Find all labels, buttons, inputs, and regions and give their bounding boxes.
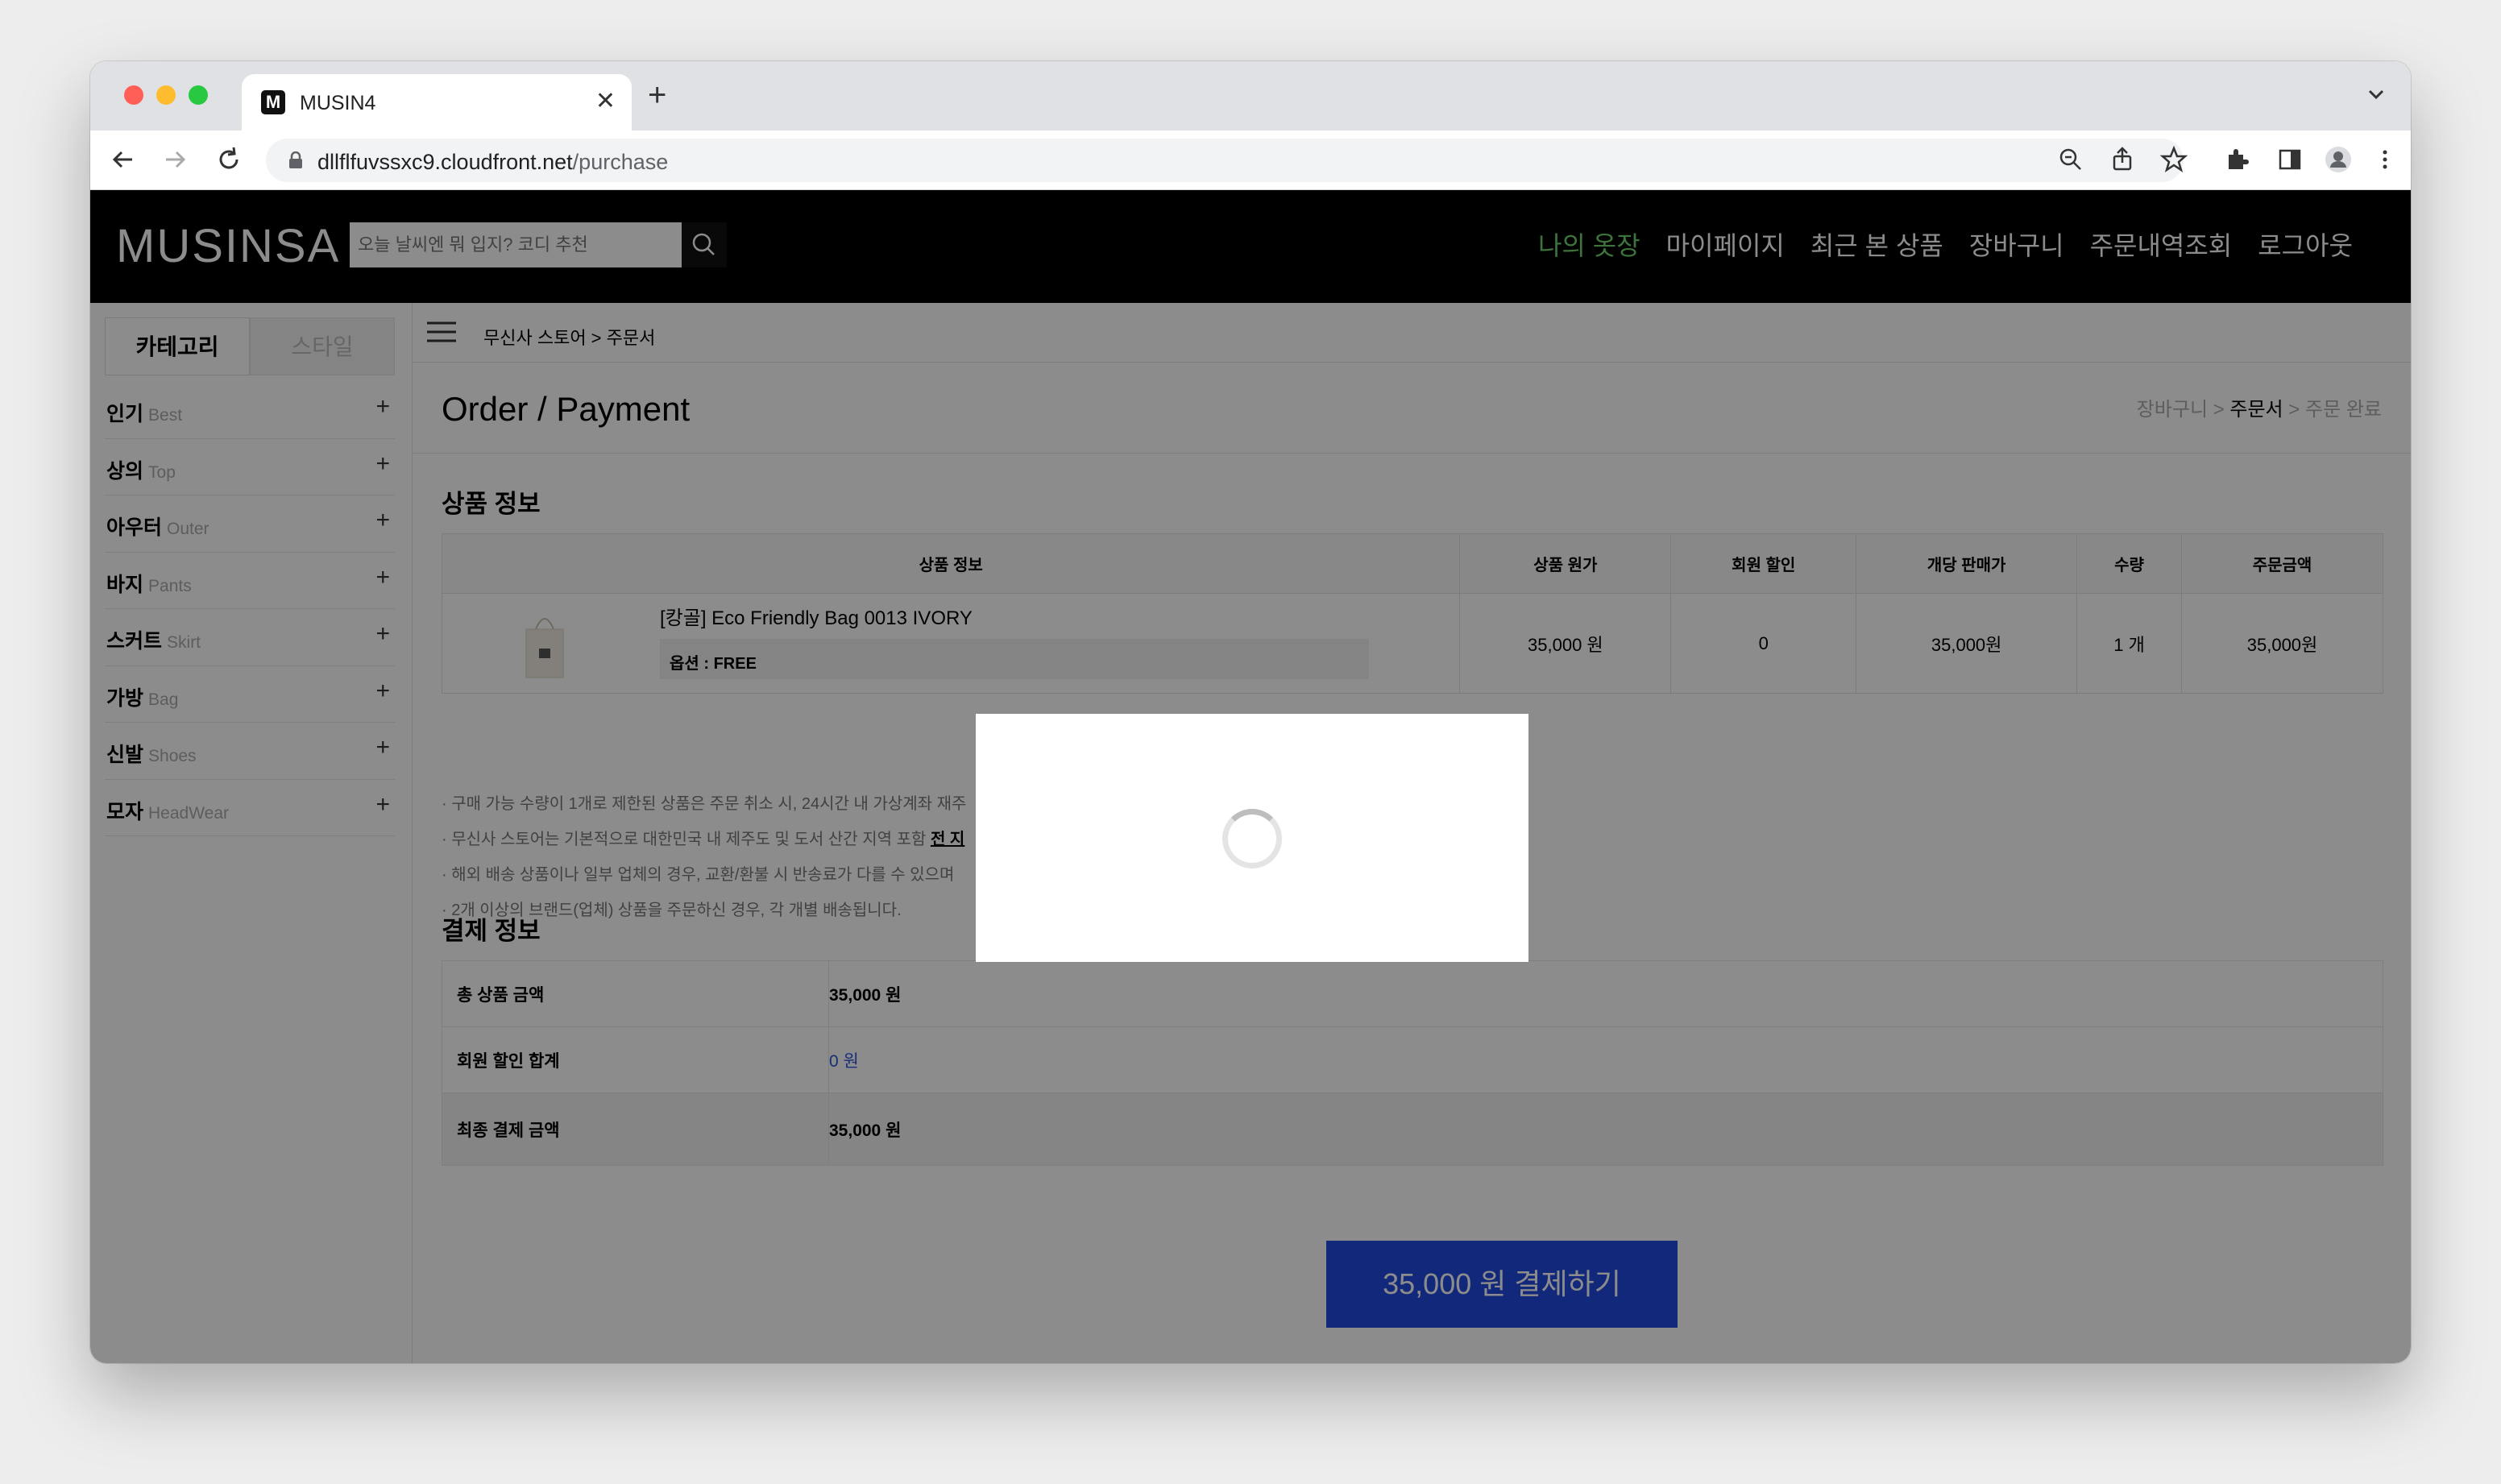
web-page: MUSINSA 나의 옷장 마이페이지 최근 본 상품 장바구니 주문내역조회 … (90, 190, 2411, 1363)
address-bar[interactable]: dllflfuvssxc9.cloudfront.net/purchase (266, 139, 2184, 182)
url-text: dllflfuvssxc9.cloudfront.net/purchase (317, 150, 669, 174)
chevron-down-icon[interactable] (2364, 82, 2388, 106)
loading-modal (976, 714, 1528, 962)
reload-icon[interactable] (214, 145, 243, 174)
bookmark-star-icon[interactable] (2159, 145, 2188, 174)
loading-spinner-icon (1222, 809, 1282, 868)
tab-title: MUSIN4 (300, 92, 376, 114)
zoom-icon[interactable] (2056, 145, 2085, 174)
new-tab-button[interactable]: + (648, 79, 666, 111)
favicon-icon: M (261, 90, 285, 114)
more-options-icon[interactable] (2370, 145, 2399, 174)
back-icon[interactable] (108, 145, 137, 174)
browser-tab[interactable]: M MUSIN4 ✕ (242, 74, 632, 131)
browser-toolbar: dllflfuvssxc9.cloudfront.net/purchase (90, 131, 2411, 190)
share-icon[interactable] (2108, 145, 2137, 174)
browser-window: M MUSIN4 ✕ + dllflfuvssxc9.cloudfront.ne… (90, 61, 2411, 1363)
extensions-icon[interactable] (2222, 145, 2251, 174)
lock-icon (289, 151, 302, 168)
dim-overlay-header (90, 190, 2411, 303)
zoom-window-button[interactable] (189, 85, 208, 105)
close-window-button[interactable] (124, 85, 143, 105)
forward-icon[interactable] (161, 145, 190, 174)
tab-close-icon[interactable]: ✕ (595, 88, 616, 115)
profile-avatar-icon[interactable] (2324, 145, 2353, 174)
tab-bar: M MUSIN4 ✕ + (90, 61, 2411, 131)
minimize-window-button[interactable] (156, 85, 176, 105)
side-panel-icon[interactable] (2275, 145, 2304, 174)
